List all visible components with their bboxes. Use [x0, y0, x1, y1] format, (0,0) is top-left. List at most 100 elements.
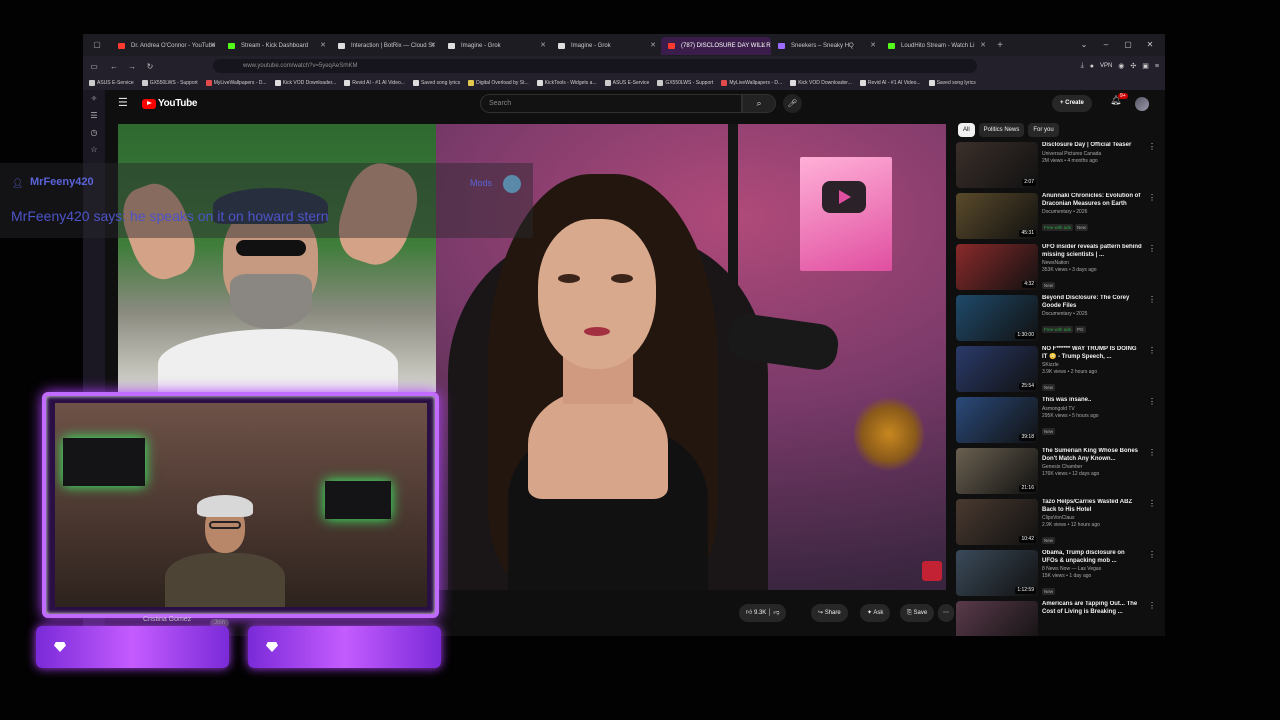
- rec-title[interactable]: Tazo Helps/Carries Wasted ABZ Back to Hi…: [1042, 499, 1142, 514]
- rec-channel[interactable]: 8 News Now — Las Vegas: [1042, 566, 1142, 573]
- tab-close-icon[interactable]: ✕: [430, 37, 436, 55]
- bookmark-item[interactable]: ASUS E-Service: [604, 80, 649, 86]
- bookmark-item[interactable]: MyLiveWallpapers - D...: [721, 80, 782, 86]
- rec-title[interactable]: NO F****** WAY TRUMP IS DOING IT 😳 - Tru…: [1042, 346, 1142, 361]
- bookmark-item[interactable]: Kick VOD Downloader...: [790, 80, 852, 86]
- sidebar-bookmark-icon[interactable]: ☰: [83, 107, 105, 124]
- recommendation-item[interactable]: 4:32 UFO insider reveals pattern behind m…: [956, 242, 1160, 293]
- tab-6[interactable]: Sneekers – Sneaky HQ ✕: [771, 37, 881, 55]
- tab-close-icon[interactable]: ✕: [650, 37, 656, 55]
- rec-thumbnail[interactable]: 2:07: [956, 142, 1038, 188]
- recommendation-item[interactable]: 1:12:59 Obama, Trump disclosure on UFOs &…: [956, 548, 1160, 599]
- more-options-icon[interactable]: ⋮: [1148, 448, 1156, 457]
- youtube-logo[interactable]: YouTube: [142, 98, 198, 109]
- search-button[interactable]: ⌕: [742, 94, 776, 113]
- recommendation-item[interactable]: 10:42 Tazo Helps/Carries Wasted ABZ Back …: [956, 497, 1160, 548]
- rec-thumbnail[interactable]: 1:12:59: [956, 550, 1038, 596]
- bookmark-item[interactable]: Digital Overload by St...: [468, 80, 529, 86]
- rec-channel[interactable]: Documentary • 2026: [1042, 209, 1142, 216]
- vpn-label[interactable]: VPN: [1100, 63, 1112, 69]
- more-options-icon[interactable]: ⋮: [1148, 244, 1156, 253]
- tab-1[interactable]: Stream - Kick Dashboard ✕: [221, 37, 331, 55]
- more-options-icon[interactable]: ⋮: [1148, 601, 1156, 610]
- tab-5[interactable]: (787) DISCLOSURE DAY WILL R ✕: [661, 37, 771, 55]
- more-options-icon[interactable]: ⋮: [1148, 397, 1156, 406]
- bookmark-item[interactable]: ASUS E-Service: [89, 80, 134, 86]
- bookmark-item[interactable]: MyLiveWallpapers - D...: [205, 80, 267, 86]
- search-input[interactable]: Search: [480, 94, 742, 113]
- sidebar-ai-icon[interactable]: ✧: [83, 90, 105, 107]
- bookmark-item[interactable]: GX550LWS - Support: [657, 80, 713, 86]
- rec-title[interactable]: Beyond Disclosure: The Corey Goode Files: [1042, 295, 1142, 310]
- voice-search-button[interactable]: 🎤︎: [783, 94, 802, 113]
- rec-thumbnail[interactable]: [956, 601, 1038, 636]
- bookmark-item[interactable]: GX550LWS - Support: [141, 80, 198, 86]
- rec-title[interactable]: UFO insider reveals pattern behind missi…: [1042, 244, 1142, 259]
- bookmark-item[interactable]: Kick VOD Downloader...: [274, 80, 336, 86]
- rec-channel[interactable]: ClipsVonClaus: [1042, 515, 1142, 522]
- rec-title[interactable]: Americans are Tapping Out... The Cost of…: [1042, 601, 1142, 616]
- reload-button[interactable]: ↻: [141, 62, 159, 71]
- maximize-button[interactable]: ▢: [1117, 34, 1139, 56]
- recommendation-item[interactable]: 25:54 NO F****** WAY TRUMP IS DOING IT 😳 …: [956, 344, 1160, 395]
- wallet-icon[interactable]: ▣: [1142, 62, 1149, 70]
- bookmark-item[interactable]: Revid AI - #1 AI Video...: [859, 80, 921, 86]
- rec-channel[interactable]: Documentary • 2025: [1042, 311, 1142, 318]
- recommendation-item[interactable]: 39:18 This was insane.. Asmongold TV 295K v…: [956, 395, 1160, 446]
- rec-title[interactable]: Anunnaki Chronicles: Evolution of Dracon…: [1042, 193, 1142, 208]
- rec-thumbnail[interactable]: 25:54: [956, 346, 1038, 392]
- back-button[interactable]: ←: [105, 62, 123, 71]
- minimize-button[interactable]: –: [1095, 34, 1117, 56]
- more-options-icon[interactable]: ⋮: [1148, 499, 1156, 508]
- ask-button[interactable]: ✦ Ask: [860, 604, 891, 622]
- rec-thumbnail[interactable]: 39:18: [956, 397, 1038, 443]
- recommendation-item[interactable]: Americans are Tapping Out... The Cost of…: [956, 599, 1160, 636]
- rec-channel[interactable]: Genesis Chamber: [1042, 464, 1142, 471]
- tab-close-icon[interactable]: ✕: [870, 37, 876, 55]
- rec-thumbnail[interactable]: 21:16: [956, 448, 1038, 494]
- more-options-icon[interactable]: ⋮: [1148, 295, 1156, 304]
- chip-0[interactable]: All: [958, 123, 975, 137]
- forward-button[interactable]: →: [123, 62, 141, 71]
- rec-channel[interactable]: Universal Pictures Canada: [1042, 151, 1142, 158]
- vpn-icon[interactable]: ●: [1090, 63, 1094, 70]
- create-button[interactable]: + Create: [1052, 95, 1092, 112]
- more-options-icon[interactable]: ⋮: [1148, 142, 1156, 151]
- more-options-icon[interactable]: ⋮: [1148, 193, 1156, 202]
- tab-actions-icon[interactable]: ▢: [83, 36, 111, 54]
- more-options-icon[interactable]: ⋮: [1148, 550, 1156, 559]
- url-input[interactable]: www.youtube.com/watch?v=5yeqAeSrhKM: [213, 59, 977, 73]
- rec-thumbnail[interactable]: 1:30:00: [956, 295, 1038, 341]
- sidebar-toggle-icon[interactable]: ▭: [83, 62, 105, 71]
- rec-thumbnail[interactable]: 10:42: [956, 499, 1038, 545]
- bookmark-item[interactable]: Revid AI - #1 AI Video...: [344, 80, 405, 86]
- rec-title[interactable]: Disclosure Day | Official Teaser: [1042, 142, 1142, 150]
- close-window-button[interactable]: ✕: [1139, 34, 1161, 56]
- sidebar-history-icon[interactable]: ◷: [83, 124, 105, 141]
- rec-channel[interactable]: SKizzle: [1042, 362, 1142, 369]
- recommendation-item[interactable]: 1:30:00 Beyond Disclosure: The Corey Good…: [956, 293, 1160, 344]
- extension-icon[interactable]: ◉: [1118, 62, 1124, 70]
- rec-thumbnail[interactable]: 4:32: [956, 244, 1038, 290]
- chip-1[interactable]: Politics News: [978, 123, 1025, 137]
- like-button[interactable]: 👍︎ 9.3K │ 👎︎: [739, 604, 787, 622]
- share-button[interactable]: ↪ Share: [811, 604, 848, 622]
- bookmark-item[interactable]: Saved song lyrics: [412, 80, 460, 86]
- sidebar-star-icon[interactable]: ☆: [83, 141, 105, 158]
- rec-title[interactable]: Obama, Trump disclosure on UFOs & unpack…: [1042, 550, 1142, 565]
- more-options-icon[interactable]: ⋮: [1148, 346, 1156, 355]
- rec-title[interactable]: The Sumerian King Whose Bones Don't Matc…: [1042, 448, 1142, 463]
- tab-close-icon[interactable]: ✕: [980, 37, 986, 55]
- recommendation-item[interactable]: 2:07 Disclosure Day | Official Teaser Univ…: [956, 140, 1160, 191]
- tab-close-icon[interactable]: ✕: [210, 37, 216, 55]
- download-icon[interactable]: ⤓: [1081, 62, 1084, 70]
- recommendation-item[interactable]: 21:16 The Sumerian King Whose Bones Don't…: [956, 446, 1160, 497]
- tab-close-icon[interactable]: ✕: [320, 37, 326, 55]
- tab-close-icon[interactable]: ✕: [540, 37, 546, 55]
- tab-3[interactable]: Imagine - Grok ✕: [441, 37, 551, 55]
- new-tab-button[interactable]: +: [991, 40, 1009, 51]
- tab-search-icon[interactable]: ⌄: [1073, 34, 1095, 56]
- tab-0[interactable]: Dr. Andrea O'Connor - YouTube ✕: [111, 37, 221, 55]
- menu-icon[interactable]: ≡: [1155, 63, 1159, 70]
- rec-channel[interactable]: NewsNation: [1042, 260, 1142, 267]
